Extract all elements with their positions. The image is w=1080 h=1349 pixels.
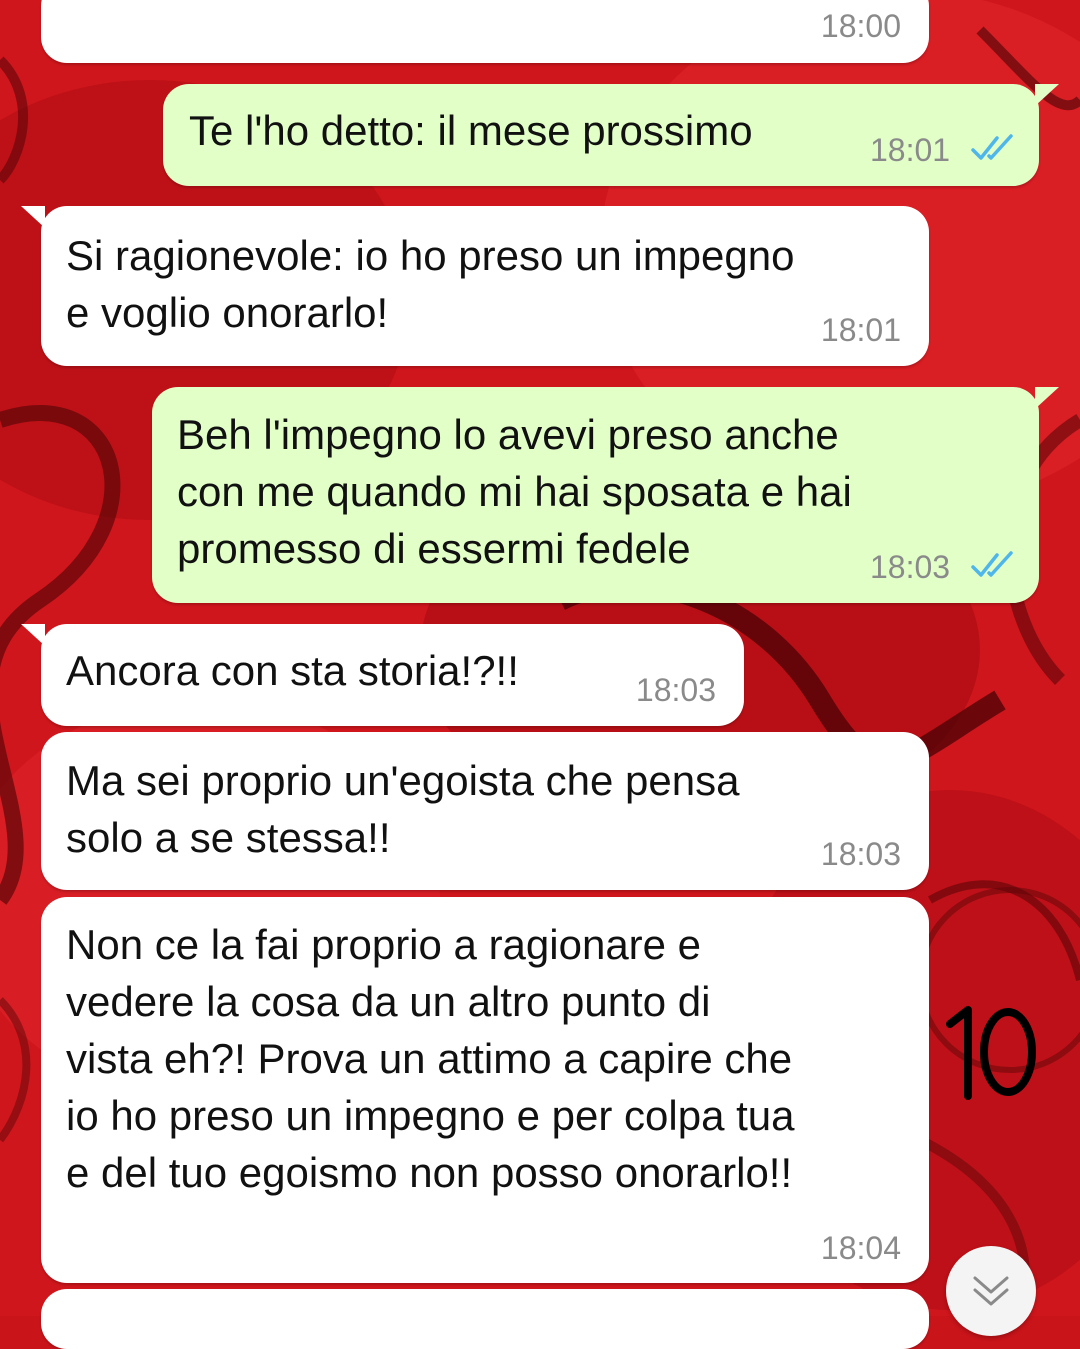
message-bubble-incoming[interactable]: Non ce la fai proprio a ragionare e vede… — [41, 897, 929, 1283]
message-timestamp: 18:04 — [820, 1230, 901, 1266]
handwritten-annotation: 10 — [946, 1006, 1036, 1100]
message-timestamp: 18:00 — [820, 8, 901, 44]
message-text: Non ce la fai proprio a ragionare e vede… — [66, 921, 795, 1196]
message-bubble-incoming[interactable]: 18:00 — [41, 0, 929, 63]
message-text: Beh l'impegno lo avevi preso anche con m… — [177, 411, 852, 572]
scroll-to-bottom-button[interactable] — [946, 1246, 1036, 1336]
message-bubble-incoming[interactable] — [41, 1289, 929, 1349]
message-text: Ancora con sta storia!?!! — [66, 647, 519, 694]
message-bubble-outgoing[interactable]: Te l'ho detto: il mese prossimo 18:01 — [163, 84, 1059, 186]
message-text: Te l'ho detto: il mese prossimo — [189, 107, 753, 154]
message-bubble-incoming[interactable]: Ma sei proprio un'egoista che pensa solo… — [41, 732, 929, 890]
read-receipt-icon — [971, 134, 1013, 160]
double-chevron-down-icon — [973, 1276, 1009, 1306]
message-timestamp: 18:01 — [870, 132, 951, 168]
read-receipt-icon — [971, 551, 1013, 577]
message-text: Ma sei proprio un'egoista che pensa solo… — [66, 757, 740, 861]
message-timestamp: 18:01 — [820, 312, 901, 348]
message-timestamp: 18:03 — [820, 836, 901, 872]
message-bubble-incoming[interactable]: Ancora con sta storia!?!! 18:03 — [21, 624, 744, 726]
message-bubble-outgoing[interactable]: Beh l'impegno lo avevi preso anche con m… — [152, 387, 1059, 603]
message-timestamp: 18:03 — [870, 549, 951, 585]
message-bubble-incoming[interactable]: Si ragionevole: io ho preso un impegno e… — [21, 206, 929, 366]
message-text: Si ragionevole: io ho preso un impegno e… — [66, 232, 795, 336]
message-timestamp: 18:03 — [635, 672, 716, 708]
